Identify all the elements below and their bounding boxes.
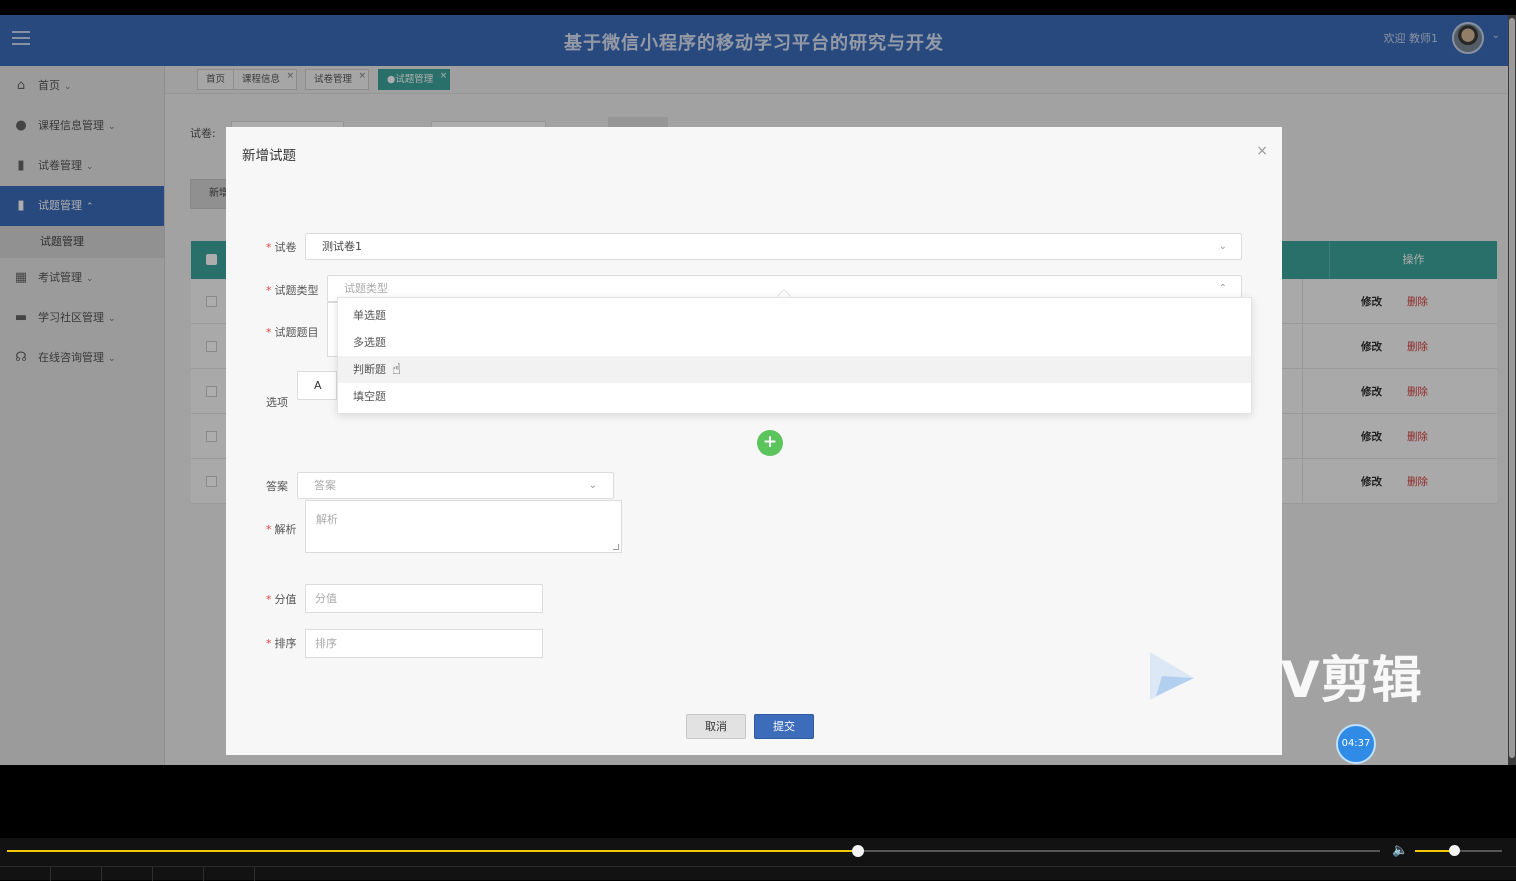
answer-placeholder: 答案 <box>314 479 336 492</box>
chevron-down-icon: ⌄ <box>588 480 597 491</box>
app-screen: 基于微信小程序的移动学习平台的研究与开发 欢迎 教师1 ⌄ ⌂ 首页 ⌄ ● 课程… <box>0 15 1508 765</box>
question-type-dropdown: 单选题 多选题 判断题 填空题 <box>337 297 1252 414</box>
seek-bar[interactable] <box>7 845 1380 857</box>
answer-label: 答案 <box>266 480 288 493</box>
seek-handle[interactable] <box>852 845 865 857</box>
type-option-judge[interactable]: 判断题 <box>338 356 1251 383</box>
type-select-placeholder: 试题类型 <box>344 282 388 295</box>
cancel-button[interactable]: 取消 <box>686 714 746 739</box>
volume-icon[interactable]: 🔈 <box>1392 843 1408 858</box>
score-label: * 分值 <box>266 593 297 606</box>
seek-progress <box>7 850 859 852</box>
video-player-bar: 🔈 <box>0 838 1516 881</box>
analysis-label: * 解析 <box>266 523 297 536</box>
watermark-text: V剪辑 <box>1281 651 1423 709</box>
volume-handle[interactable] <box>1449 845 1461 856</box>
paper-select-value: 测试卷1 <box>322 240 362 253</box>
add-option-button[interactable]: + <box>757 430 783 456</box>
video-editor-logo-icon <box>1150 652 1194 700</box>
order-input[interactable]: 排序 <box>305 629 543 658</box>
resize-handle[interactable] <box>613 544 619 550</box>
player-controls-strip <box>0 866 1516 881</box>
add-question-dialog: 新增试题 × * 试卷 测试卷1 ⌄ * 试题类型 试题类型 ⌃ * 试题题目 选项 … <box>226 127 1282 755</box>
volume-slider[interactable] <box>1415 845 1502 856</box>
score-input[interactable]: 分值 <box>305 584 543 613</box>
type-option-fill[interactable]: 填空题 <box>338 383 1251 410</box>
analysis-textarea[interactable]: 解析 <box>305 500 622 553</box>
options-label: 选项 <box>266 396 288 409</box>
question-label: * 试题题目 <box>266 326 319 339</box>
type-option-multiple[interactable]: 多选题 <box>338 329 1251 356</box>
answer-select[interactable]: 答案 ⌄ <box>297 472 614 499</box>
type-option-single[interactable]: 单选题 <box>338 302 1251 329</box>
paper-select[interactable]: 测试卷1 ⌄ <box>305 233 1242 260</box>
order-label: * 排序 <box>266 637 297 650</box>
scrollbar-thumb[interactable] <box>1509 18 1515 758</box>
submit-button[interactable]: 提交 <box>754 714 814 739</box>
recording-timer: 04:37 <box>1336 724 1376 764</box>
close-icon[interactable]: × <box>1256 143 1268 159</box>
analysis-placeholder: 解析 <box>316 513 338 526</box>
type-label: * 试题类型 <box>266 284 319 297</box>
paper-label: * 试卷 <box>266 241 297 254</box>
chevron-down-icon: ⌄ <box>1218 241 1227 252</box>
dialog-title: 新增试题 <box>242 148 296 164</box>
option-a-field[interactable]: A <box>297 371 337 400</box>
hand-cursor-icon: ☝ <box>392 360 402 378</box>
